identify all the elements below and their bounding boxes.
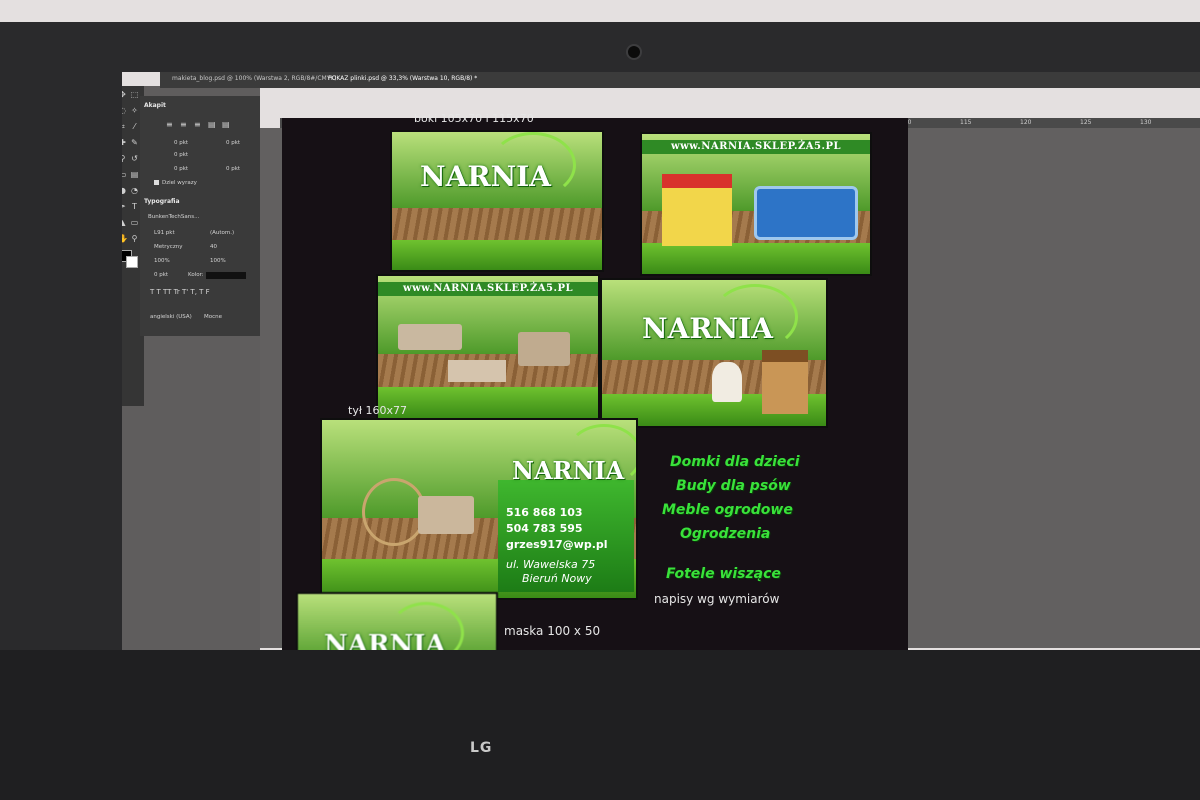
- design-side-3[interactable]: www.NARNIA.SKLEP.ŻA5.PL: [376, 274, 600, 420]
- text-style-buttons[interactable]: T T TT Tr T' T, T F: [150, 288, 210, 296]
- first-line-indent-field[interactable]: 0 pkt: [174, 152, 188, 158]
- justify-icon[interactable]: ▤: [208, 120, 216, 129]
- history-brush-tool-icon[interactable]: ↺: [130, 154, 139, 163]
- monitor-logo: LG: [470, 740, 493, 756]
- zoom-tool-icon[interactable]: ⚲: [130, 234, 139, 243]
- offer-extra: Fotele wiszące: [666, 566, 781, 582]
- align-left-icon[interactable]: ≡: [166, 120, 173, 129]
- ruler-mark: 120: [1020, 119, 1032, 126]
- tracking-field[interactable]: 40: [210, 244, 217, 250]
- monitor-bezel-bottom: [0, 650, 1200, 800]
- font-family-select[interactable]: BunkenTechSans...: [148, 214, 199, 220]
- design-side-2[interactable]: www.NARNIA.SKLEP.ŻA5.PL: [640, 132, 872, 276]
- monitor: makieta_blog.psd @ 100% (Warstwa 2, RGB/…: [0, 0, 1200, 800]
- note-dimensions: napisy wg wymiarów: [654, 592, 780, 606]
- brand-logo: NARNIA: [512, 456, 625, 485]
- armchair-illustration: [518, 332, 570, 366]
- align-right-icon[interactable]: ≡: [194, 120, 201, 129]
- text-color-swatch[interactable]: [206, 272, 246, 279]
- phone-1: 516 868 103: [506, 506, 583, 519]
- offer-line-3: Meble ogrodowe: [662, 502, 793, 518]
- sofa-illustration: [398, 324, 462, 350]
- address-line-2: Bieruń Nowy: [522, 572, 592, 585]
- properties-panel: Akapit ≡ ≡ ≡ ▤ ▤ 0 pkt 0 pkt 0 pkt 0 pkt…: [140, 96, 260, 336]
- offer-line-2: Budy dla psów: [676, 478, 791, 494]
- offer-line-4: Ogrodzenia: [680, 526, 771, 542]
- email: grzes917@wp.pl: [506, 538, 608, 551]
- character-panel-title[interactable]: Typografia: [144, 198, 180, 205]
- shape-tool-icon[interactable]: ▭: [130, 218, 139, 227]
- vertical-scale-field[interactable]: 100%: [154, 258, 170, 264]
- website-banner: www.NARNIA.SKLEP.ŻA5.PL: [378, 282, 598, 296]
- label-mask: maska 100 x 50: [504, 624, 601, 638]
- table-illustration: [448, 360, 506, 382]
- indent-left-field[interactable]: 0 pkt: [174, 140, 188, 146]
- dog-illustration: [712, 362, 742, 402]
- brand-logo: NARNIA: [420, 160, 552, 193]
- antialias-select[interactable]: Mocne: [204, 314, 222, 320]
- brand-logo: NARNIA: [642, 312, 774, 345]
- design-side-4[interactable]: NARNIA: [600, 278, 828, 428]
- gradient-tool-icon[interactable]: ▤: [130, 170, 139, 179]
- color-label: Kolor:: [188, 272, 204, 278]
- indent-right-field[interactable]: 0 pkt: [226, 140, 240, 146]
- background-color-swatch[interactable]: [126, 256, 138, 268]
- hyphenate-checkbox[interactable]: [154, 180, 159, 185]
- armchair-illustration: [418, 496, 474, 534]
- webcam-icon: [626, 44, 642, 60]
- type-tool-icon[interactable]: T: [130, 202, 139, 211]
- playhouse-illustration: [662, 174, 732, 246]
- doghouse-illustration: [762, 350, 808, 414]
- hyphenate-label: Dziel wyrazy: [162, 180, 197, 186]
- pool-illustration: [754, 186, 858, 240]
- leading-field[interactable]: (Autom.): [210, 230, 234, 236]
- label-back: tył 160x77: [348, 404, 407, 417]
- horizontal-scale-field[interactable]: 100%: [210, 258, 226, 264]
- baseline-shift-field[interactable]: 0 pkt: [154, 272, 168, 278]
- space-after-field[interactable]: 0 pkt: [226, 166, 240, 172]
- ruler-mark: 130: [1140, 119, 1152, 126]
- design-side-1[interactable]: NARNIA: [390, 130, 604, 272]
- label-sides: boki 105x70 i 115x70: [414, 112, 534, 125]
- kerning-select[interactable]: Metryczny: [154, 244, 182, 250]
- ruler-mark: 125: [1080, 119, 1092, 126]
- design-back[interactable]: NARNIA 516 868 103 504 783 595 grzes917@…: [320, 418, 638, 600]
- paragraph-panel-title[interactable]: Akapit: [144, 102, 166, 109]
- space-before-field[interactable]: 0 pkt: [174, 166, 188, 172]
- align-center-icon[interactable]: ≡: [180, 120, 187, 129]
- offer-line-1: Domki dla dzieci: [670, 454, 800, 470]
- phone-2: 504 783 595: [506, 522, 583, 535]
- font-size-field[interactable]: L91 pkt: [154, 230, 175, 236]
- ruler-mark: 115: [960, 119, 972, 126]
- website-banner: www.NARNIA.SKLEP.ŻA5.PL: [642, 140, 870, 154]
- tab-makieta-blog[interactable]: makieta_blog.psd @ 100% (Warstwa 2, RGB/…: [172, 75, 337, 82]
- monitor-bezel-left: [0, 22, 122, 722]
- document-tabs: makieta_blog.psd @ 100% (Warstwa 2, RGB/…: [160, 72, 1200, 88]
- marquee-tool-icon[interactable]: ⬚: [130, 90, 139, 99]
- tab-pokaz-plinki[interactable]: POKAZ plinki.psd @ 33,3% (Warstwa 10, RG…: [328, 75, 477, 82]
- address-line-1: ul. Wawelska 75: [506, 558, 596, 571]
- dodge-tool-icon[interactable]: ◔: [130, 186, 139, 195]
- brush-tool-icon[interactable]: ✎: [130, 138, 139, 147]
- magic-wand-tool-icon[interactable]: ✧: [130, 106, 139, 115]
- justify-all-icon[interactable]: ▤: [222, 120, 230, 129]
- monitor-bezel-top: [120, 22, 1200, 72]
- eyedropper-tool-icon[interactable]: ⁄: [130, 122, 139, 131]
- hanging-chair-illustration: [362, 478, 426, 546]
- language-select[interactable]: angielski (USA): [150, 314, 192, 320]
